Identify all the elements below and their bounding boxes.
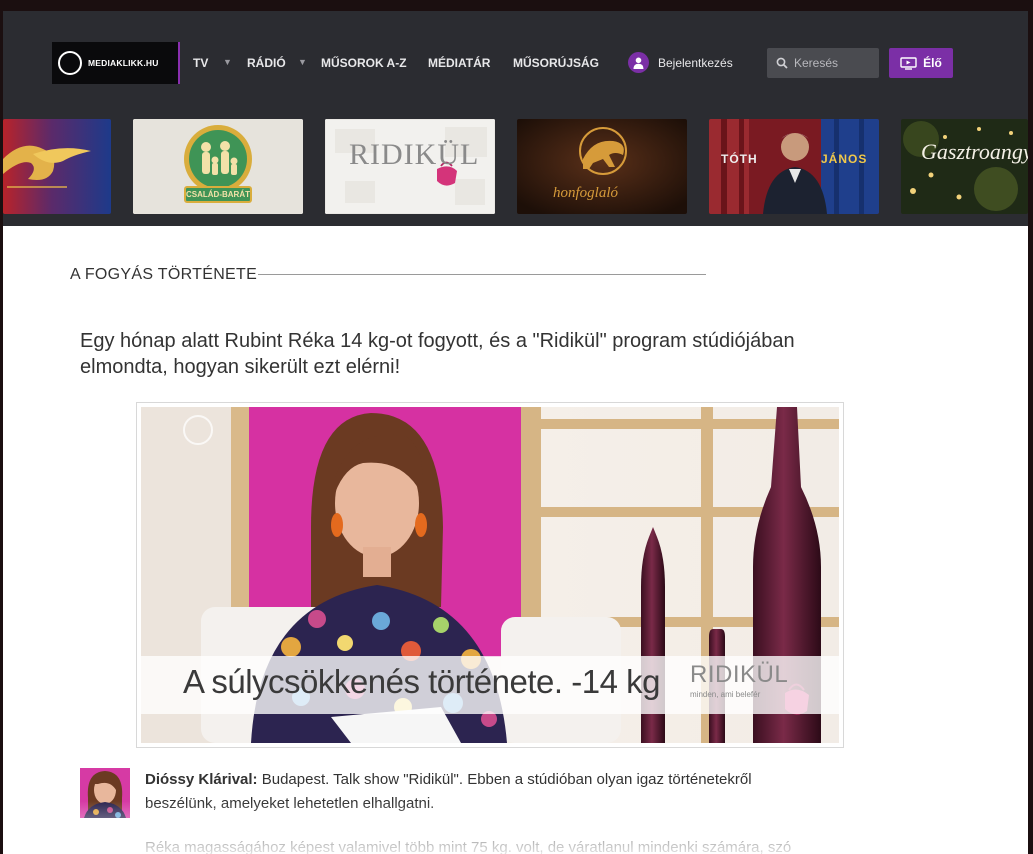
- nav-item-radio[interactable]: RÁDIÓ: [247, 56, 286, 70]
- live-label: Élő: [923, 56, 942, 70]
- nav-item-tv[interactable]: TV: [193, 56, 208, 70]
- article-paragraph: Dióssy Klárival: Budapest. Talk show "Ri…: [145, 768, 825, 816]
- tv-live-icon: [900, 56, 917, 70]
- author-avatar: [80, 768, 130, 818]
- gold-logo-icon: [3, 119, 111, 214]
- show-title: honfoglaló: [553, 185, 619, 201]
- video-brand-watermark: RIDIKÜL: [690, 661, 789, 688]
- top-navigation-bar: MEDIAKLIKK.HU TV ▼ RÁDIÓ ▼ MŰSOROK A-Z M…: [3, 11, 1028, 111]
- chevron-down-icon[interactable]: ▼: [298, 57, 307, 67]
- show-thumbnail[interactable]: Gasztroangyal: [901, 119, 1028, 214]
- chevron-down-icon[interactable]: ▼: [223, 57, 232, 67]
- search-icon: [776, 57, 788, 69]
- show-title-last: JÁNOS: [821, 152, 868, 166]
- show-title-first: TÓTH: [721, 152, 758, 166]
- kicker-divider: [258, 274, 706, 275]
- nav-item-musorok-a-z[interactable]: MŰSOROK A-Z: [321, 56, 407, 70]
- show-thumbnail[interactable]: CSALÁD-BARÁT: [133, 119, 303, 214]
- show-carousel: CSALÁD-BARÁT RIDIKÜL honfoglaló TÓTH JÁN…: [3, 111, 1028, 226]
- show-title: Gasztroangyal: [921, 139, 1028, 164]
- article-headline: Egy hónap alatt Rubint Réka 14 kg-ot fog…: [80, 330, 795, 378]
- show-title: CSALÁD-BARÁT: [186, 190, 250, 199]
- nav-item-mediatar[interactable]: MÉDIATÁR: [428, 56, 490, 70]
- nav-item-musorujsag[interactable]: MŰSORÚJSÁG: [513, 56, 599, 70]
- video-player[interactable]: A súlycsökkenés története. -14 kg RIDIKÜ…: [136, 402, 844, 748]
- user-icon: [628, 52, 649, 73]
- page-frame: MEDIAKLIKK.HU TV ▼ RÁDIÓ ▼ MŰSOROK A-Z M…: [3, 11, 1028, 854]
- author-byline: Dióssy Klárival:: [145, 771, 258, 788]
- article-kicker: A FOGYÁS TÖRTÉNETE: [70, 266, 258, 283]
- video-brand-tagline: minden, ami belefér: [690, 690, 761, 699]
- logo-ring-icon: [58, 51, 82, 75]
- show-thumbnail[interactable]: [3, 119, 111, 214]
- article-paragraph: Réka magasságához képest valamivel több …: [145, 839, 792, 854]
- play-icon[interactable]: [183, 415, 213, 445]
- author-photo-image: [80, 768, 130, 818]
- mediaklikk-logo[interactable]: MEDIAKLIKK.HU: [52, 42, 180, 84]
- search-input[interactable]: [792, 55, 876, 71]
- show-thumbnail[interactable]: honfoglaló: [517, 119, 687, 214]
- show-title: RIDIKÜL: [349, 138, 480, 171]
- search-box[interactable]: [767, 48, 879, 78]
- toth-janos-poster-icon: [709, 119, 879, 214]
- show-thumbnail[interactable]: RIDIKÜL: [325, 119, 495, 214]
- login-label: Bejelentkezés: [658, 55, 733, 70]
- video-caption: A súlycsökkenés története. -14 kg: [183, 663, 660, 700]
- show-thumbnail[interactable]: TÓTH JÁNOS: [709, 119, 879, 214]
- logo-text: MEDIAKLIKK.HU: [88, 58, 159, 68]
- login-button[interactable]: Bejelentkezés: [628, 52, 733, 73]
- family-logo-icon: [133, 119, 303, 214]
- live-button[interactable]: Élő: [889, 48, 953, 78]
- gasztro-logo-icon: [901, 119, 1028, 214]
